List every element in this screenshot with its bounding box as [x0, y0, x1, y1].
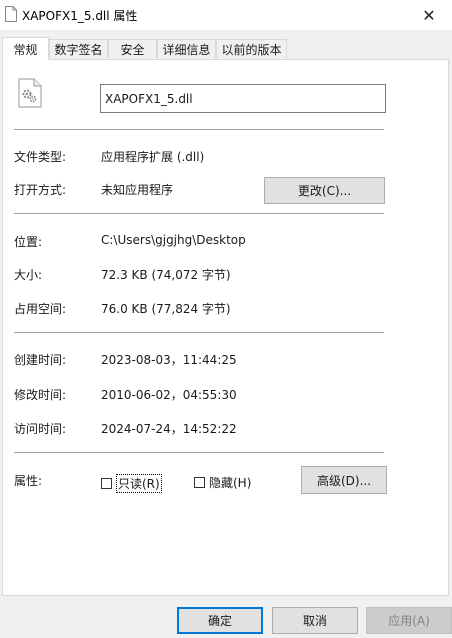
readonly-checkbox[interactable]: 只读(R) — [101, 474, 162, 493]
tab-general[interactable]: 常规 — [2, 37, 49, 60]
size-value: 72.3 KB (74,072 字节) — [101, 268, 231, 282]
tab-digital-signatures[interactable]: 数字签名 — [49, 39, 108, 58]
tab-details[interactable]: 详细信息 — [157, 39, 216, 58]
tab-label: 常规 — [13, 42, 38, 57]
modified-value: 2010-06-02，04:55:30 — [101, 388, 237, 402]
ok-button[interactable]: 确定 — [177, 607, 263, 634]
tab-label: 数字签名 — [54, 42, 103, 57]
checkbox-box[interactable] — [194, 477, 205, 488]
accessed-label: 访问时间: — [14, 422, 67, 436]
file-name-field[interactable]: XAPOFX1_5.dll — [100, 84, 386, 113]
tab-strip: 常规 数字签名 安全 详细信息 以前的版本 — [0, 37, 452, 60]
window-title: XAPOFX1_5.dll 属性 — [22, 9, 138, 23]
general-panel — [2, 59, 449, 596]
tab-label: 详细信息 — [162, 42, 211, 57]
change-button[interactable]: 更改(C)... — [264, 177, 385, 204]
hidden-label: 隐藏(H) — [209, 476, 252, 490]
apply-button[interactable]: 应用(A) — [366, 607, 452, 634]
hidden-checkbox[interactable]: 隐藏(H) — [194, 474, 251, 491]
tab-label: 以前的版本 — [221, 42, 282, 57]
attributes-label: 属性: — [14, 474, 43, 488]
checkbox-box[interactable] — [101, 478, 112, 489]
file-type-label: 文件类型: — [14, 150, 67, 164]
file-icon — [5, 6, 17, 22]
tab-security[interactable]: 安全 — [108, 39, 157, 58]
title-bar: XAPOFX1_5.dll 属性 ✕ — [0, 0, 452, 30]
readonly-label: 只读(R) — [116, 474, 162, 493]
tab-previous-versions[interactable]: 以前的版本 — [216, 39, 287, 58]
close-button[interactable]: ✕ — [406, 0, 452, 30]
divider — [14, 332, 384, 333]
open-with-value: 未知应用程序 — [101, 183, 174, 197]
size-on-disk-value: 76.0 KB (77,824 字节) — [101, 302, 231, 316]
accessed-value: 2024-07-24，14:52:22 — [101, 422, 237, 436]
size-on-disk-label: 占用空间: — [14, 302, 67, 316]
divider — [14, 452, 384, 453]
dll-file-gear-icon — [18, 78, 42, 108]
file-type-value: 应用程序扩展 (.dll) — [101, 150, 205, 164]
modified-label: 修改时间: — [14, 388, 67, 402]
divider — [14, 213, 384, 214]
tab-label: 安全 — [120, 42, 145, 57]
created-value: 2023-08-03，11:44:25 — [101, 353, 237, 367]
location-value: C:\Users\gjgjhg\Desktop — [101, 233, 246, 247]
divider — [14, 129, 384, 130]
location-label: 位置: — [14, 235, 43, 249]
size-label: 大小: — [14, 268, 43, 282]
created-label: 创建时间: — [14, 353, 67, 367]
advanced-button[interactable]: 高级(D)... — [301, 466, 387, 494]
close-icon: ✕ — [422, 5, 436, 25]
open-with-label: 打开方式: — [14, 183, 67, 197]
cancel-button[interactable]: 取消 — [272, 607, 358, 634]
